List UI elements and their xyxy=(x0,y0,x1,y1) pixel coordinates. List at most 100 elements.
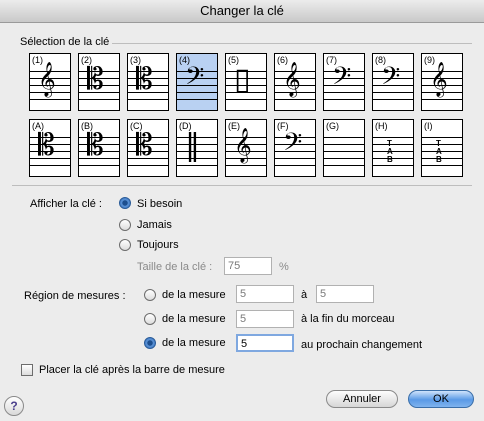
clef-icon: 𝄢 xyxy=(185,62,205,97)
clef-icon: 𝄢 xyxy=(332,62,352,97)
clef-option[interactable]: (6) 𝄞 xyxy=(274,53,316,111)
region-to-end-suffix: à la fin du morceau xyxy=(301,313,395,325)
clef-selection-label: Sélection de la clé xyxy=(20,36,110,48)
measure-region-label: Région de mesures : xyxy=(24,290,126,302)
display-radio-si-besoin[interactable] xyxy=(119,197,131,209)
region-next-change-input[interactable]: 5 xyxy=(236,334,294,352)
clef-option[interactable]: (F) 𝄢 xyxy=(274,119,316,177)
clef-option[interactable]: (B) 𝄡 xyxy=(78,119,120,177)
staff-line xyxy=(373,151,413,152)
clef-option-label: (H) xyxy=(375,121,388,131)
staff-line xyxy=(30,165,70,166)
ok-button[interactable]: OK xyxy=(408,390,474,408)
clef-option[interactable]: (2) 𝄡 xyxy=(78,53,120,111)
staff-line xyxy=(373,137,413,138)
staff-line xyxy=(373,158,413,159)
region-radio-to-end[interactable] xyxy=(144,313,156,325)
place-after-barline-checkbox[interactable] xyxy=(21,364,33,376)
clef-icon: ‖ xyxy=(185,128,200,163)
staff-line xyxy=(226,99,266,100)
clef-option[interactable]: (I) T A B xyxy=(421,119,463,177)
display-option-jamais[interactable]: Jamais xyxy=(137,219,172,231)
clef-option[interactable]: (9) 𝄞 xyxy=(421,53,463,111)
staff-line xyxy=(177,165,217,166)
clef-icon: TAB xyxy=(387,139,393,164)
clef-icon: 𝄞 xyxy=(283,62,301,97)
region-range-from-input[interactable]: 5 xyxy=(236,285,294,303)
staff-line xyxy=(275,99,315,100)
help-icon[interactable]: ? xyxy=(4,396,24,416)
staff-line xyxy=(226,165,266,166)
display-option-toujours[interactable]: Toujours xyxy=(137,239,179,251)
clef-option[interactable]: (3) 𝄡 xyxy=(127,53,169,111)
clef-icon: 𝄡 xyxy=(136,128,153,163)
clef-icon: 𝄞 xyxy=(38,62,56,97)
clef-size-unit: % xyxy=(279,261,289,273)
region-to-end-text: de la mesure xyxy=(162,313,226,325)
clef-option-label: (I) xyxy=(424,121,433,131)
clef-option[interactable]: (G) xyxy=(323,119,365,177)
clef-size-label: Taille de la clé : xyxy=(137,261,213,273)
cancel-button[interactable]: Annuler xyxy=(326,390,398,408)
clef-option-label: (G) xyxy=(326,121,339,131)
region-radio-next-change[interactable] xyxy=(144,337,156,349)
region-range-to-label: à xyxy=(301,289,308,301)
staff-line xyxy=(422,144,462,145)
clef-icon: 𝄡 xyxy=(87,62,104,97)
clef-option[interactable]: (8) 𝄢 xyxy=(372,53,414,111)
staff-line xyxy=(373,99,413,100)
clef-option[interactable]: (D) ‖ xyxy=(176,119,218,177)
place-after-barline-label[interactable]: Placer la clé après la barre de mesure xyxy=(39,364,225,376)
clef-icon: 𝄞 xyxy=(234,128,252,163)
section-divider xyxy=(12,185,472,186)
clef-option[interactable]: (1) 𝄞 xyxy=(29,53,71,111)
clef-option[interactable]: (5) ▯ xyxy=(225,53,267,111)
region-radio-range[interactable] xyxy=(144,289,156,301)
display-radio-toujours[interactable] xyxy=(119,239,131,251)
clef-icon: 𝄢 xyxy=(283,128,303,163)
clef-size-input[interactable]: 75 xyxy=(224,257,272,275)
clef-option[interactable]: (C) 𝄡 xyxy=(127,119,169,177)
clef-icon: TAB xyxy=(436,139,442,164)
staff-line xyxy=(422,137,462,138)
display-option-si-besoin[interactable]: Si besoin xyxy=(137,198,182,210)
region-range-to-input[interactable]: 5 xyxy=(316,285,374,303)
staff-line xyxy=(79,99,119,100)
staff-line xyxy=(128,165,168,166)
staff-line xyxy=(128,99,168,100)
display-clef-label: Afficher la clé : xyxy=(30,198,102,210)
display-radio-jamais[interactable] xyxy=(119,219,131,231)
staff-line xyxy=(79,165,119,166)
dialog-content: Sélection de la clé (1) 𝄞 (2) 𝄡 (3) 𝄡 (4) 𝄢 (5) ▯… xyxy=(0,23,484,421)
staff-line xyxy=(324,151,364,152)
staff-line xyxy=(324,158,364,159)
staff-line xyxy=(373,144,413,145)
staff-line xyxy=(177,99,217,100)
clef-option[interactable]: (E) 𝄞 xyxy=(225,119,267,177)
clef-icon: 𝄡 xyxy=(87,128,104,163)
region-next-change-suffix: au prochain changement xyxy=(301,339,423,351)
clef-icon: 𝄢 xyxy=(381,62,401,97)
clef-option[interactable]: (7) 𝄢 xyxy=(323,53,365,111)
region-to-end-input[interactable]: 5 xyxy=(236,310,294,328)
clef-icon: 𝄡 xyxy=(136,62,153,97)
staff-line xyxy=(422,99,462,100)
clef-option[interactable]: (A) 𝄡 xyxy=(29,119,71,177)
staff-line xyxy=(324,165,364,166)
clef-option[interactable]: (4) 𝄢 xyxy=(176,53,218,111)
clef-option[interactable]: (H) T A B xyxy=(372,119,414,177)
staff-line xyxy=(324,144,364,145)
staff-line xyxy=(324,99,364,100)
staff-line xyxy=(422,158,462,159)
region-range-text: de la mesure xyxy=(162,289,226,301)
clef-icon: 𝄞 xyxy=(430,62,448,97)
clef-icon: ▯ xyxy=(234,62,251,97)
staff-line xyxy=(30,99,70,100)
staff-line xyxy=(275,165,315,166)
section-divider xyxy=(112,43,472,44)
staff-line xyxy=(422,165,462,166)
clef-icon: 𝄡 xyxy=(38,128,55,163)
staff-line xyxy=(373,165,413,166)
window-title: Changer la clé xyxy=(0,0,484,23)
staff-line xyxy=(422,151,462,152)
